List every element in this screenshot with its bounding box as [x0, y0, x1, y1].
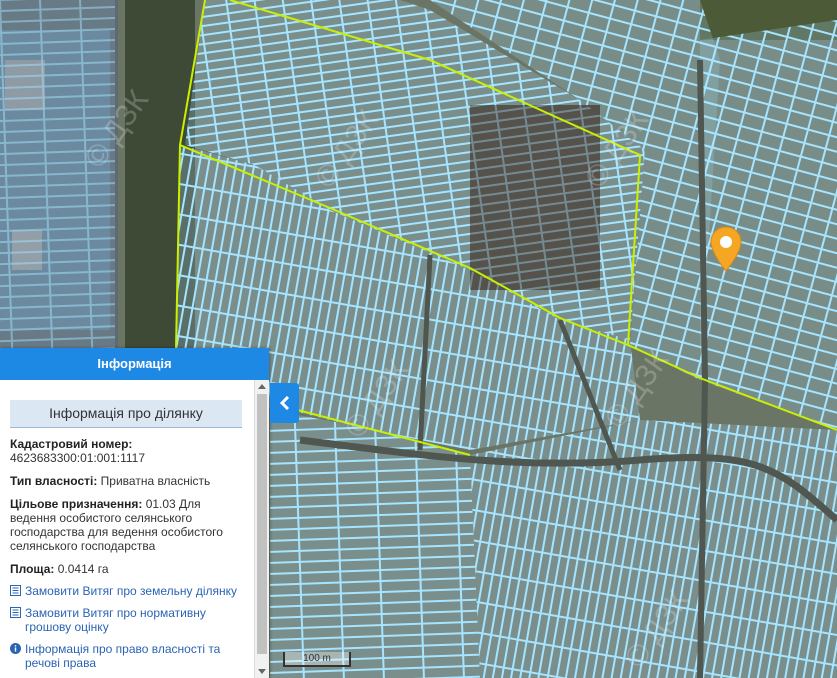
info-panel: Інформація Інформація про ділянку Кадаст…: [0, 348, 269, 678]
area-row: Площа: 0.0414 га: [10, 562, 255, 576]
ownership-row: Тип власності: Приватна власність: [10, 474, 255, 488]
order-valuation-extract-label[interactable]: Замовити Витяг про нормативну грошову оц…: [25, 606, 255, 634]
collapse-panel-button[interactable]: [270, 383, 299, 423]
scroll-up-arrow-icon[interactable]: [258, 384, 266, 389]
purpose-label: Цільове призначення:: [10, 497, 143, 511]
ownership-rights-info-label[interactable]: Інформація про право власності та речові…: [25, 642, 255, 670]
cadastral-value: 4623683300:01:001:1117: [10, 451, 146, 465]
scroll-down-arrow-icon[interactable]: [258, 669, 266, 674]
document-list-icon: [10, 585, 21, 596]
purpose-row: Цільове призначення: 01.03 Для ведення о…: [10, 497, 255, 553]
area-label: Площа:: [10, 562, 55, 576]
scale-bar: 100 m: [283, 652, 351, 667]
ownership-value: Приватна власність: [100, 474, 211, 488]
section-title: Інформація про ділянку: [10, 400, 242, 428]
panel-body: Інформація про ділянку Кадастровий номер…: [0, 380, 255, 678]
location-pin-icon[interactable]: [710, 226, 742, 272]
order-land-extract-link[interactable]: Замовити Витяг про земельну ділянку: [10, 584, 255, 598]
order-land-extract-label[interactable]: Замовити Витяг про земельну ділянку: [25, 584, 237, 598]
ownership-label: Тип власності:: [10, 474, 98, 488]
area-value: 0.0414 га: [57, 562, 109, 576]
parcel-group: [0, 0, 115, 350]
info-circle-icon: [10, 643, 21, 654]
parcel-group: [700, 20, 837, 430]
cadastral-label: Кадастровий номер:: [10, 437, 133, 451]
panel-scrollbar[interactable]: [254, 380, 269, 678]
panel-header: Інформація: [0, 348, 269, 380]
chevron-left-icon: [279, 396, 289, 410]
document-list-icon: [10, 607, 21, 618]
scroll-thumb[interactable]: [257, 394, 267, 654]
order-valuation-extract-link[interactable]: Замовити Витяг про нормативну грошову оц…: [10, 606, 255, 634]
ownership-rights-info-link[interactable]: Інформація про право власності та речові…: [10, 642, 255, 670]
field-overlay: [470, 105, 600, 290]
cadastral-number-row: Кадастровий номер: 4623683300:01:001:111…: [10, 437, 255, 465]
